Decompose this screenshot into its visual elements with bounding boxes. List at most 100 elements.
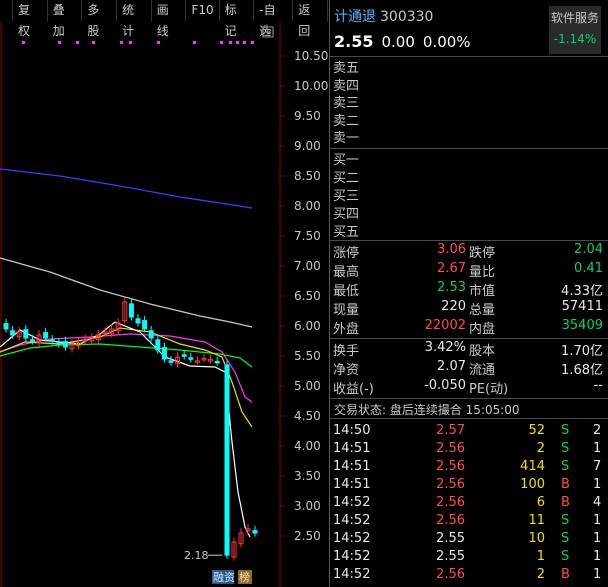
toolbar-button-4[interactable]: 画线: [152, 0, 187, 38]
stat-value: 2.67: [437, 261, 466, 276]
tick-row: 14:51 2.56 2 S 1: [330, 440, 608, 458]
stat-value: 3.42%: [424, 340, 466, 355]
stat-label: 内盘: [469, 322, 496, 337]
event-marker: [193, 41, 196, 44]
stat-label: 市值: [469, 284, 496, 299]
y-tick-label: 8.00: [294, 199, 321, 213]
toolbar-button-8[interactable]: 返回: [293, 0, 328, 38]
kline-chart[interactable]: 10.50 10.00 9.50 9.00 8.50 8.00 7.50 7.00 6.50 6.…: [0, 22, 328, 587]
stat-label: 换手: [333, 344, 360, 359]
event-marker: [220, 41, 223, 44]
candle-body: [252, 530, 258, 534]
tick-count: 4: [593, 495, 602, 510]
tick-volume: 11: [528, 513, 545, 528]
bid-level-label: 买三: [333, 189, 360, 204]
tick-side: S: [561, 441, 570, 456]
stat-value: 220: [441, 299, 466, 314]
price-line: 2.55 0.00 0.00%: [334, 32, 479, 51]
candle-body: [135, 318, 141, 324]
tick-side: S: [561, 459, 570, 474]
candle-body: [188, 357, 194, 360]
y-tick-label: 4.00: [294, 439, 321, 453]
candle-body: [49, 339, 55, 342]
tick-time: 14:52: [333, 567, 371, 582]
stat-label: 总量: [469, 303, 496, 318]
tick-price: 2.56: [436, 567, 465, 582]
trade-status: 交易状态: 盘后连续撮合 15:05:00: [334, 403, 520, 417]
tick-time: 14:52: [333, 531, 371, 546]
tick-volume: 414: [520, 459, 545, 474]
y-tick-label: 5.50: [294, 349, 321, 363]
stat-label: 跌停: [469, 246, 496, 261]
event-marker: [120, 41, 123, 44]
candle-body: [23, 329, 29, 339]
y-tick-label: 2.50: [294, 529, 321, 543]
tick-time: 14:51: [333, 441, 371, 456]
toolbar-button-7[interactable]: -自选: [254, 0, 294, 38]
tick-volume: 1: [536, 549, 545, 564]
bid-level-label: 买四: [333, 207, 360, 222]
tick-row: 14:51 2.56 414 S 7: [330, 458, 608, 476]
tick-price: 2.56: [436, 513, 465, 528]
sector-change: -1.14%: [553, 32, 597, 46]
stat-value: 4.33亿: [561, 284, 603, 299]
event-badge-label[interactable]: 榜: [239, 570, 250, 584]
tick-count: 7: [593, 459, 602, 474]
divider: [330, 240, 608, 241]
event-marker: [236, 41, 239, 44]
candle-body: [142, 320, 148, 330]
tick-side: S: [561, 423, 570, 438]
ma60-line: [0, 257, 253, 328]
tick-side: B: [561, 477, 570, 492]
sector-label: 软件服务: [550, 11, 599, 25]
stat-label: 最高: [333, 265, 360, 280]
ma20-line: [0, 333, 253, 403]
price-change: 0.00: [381, 33, 415, 51]
stat-value: 2.04: [574, 242, 603, 257]
toolbar-button-6[interactable]: 标记: [220, 0, 255, 38]
quote-panel: 计通退 300330 软件服务 -1.14% 2.55 0.00 0.00% 卖五 卖四…: [329, 0, 608, 587]
candle-body: [181, 354, 187, 357]
y-tick-label: 7.50: [294, 229, 321, 243]
tick-volume: 10: [528, 531, 545, 546]
tick-price: 2.56: [436, 477, 465, 492]
event-marker: [157, 41, 160, 44]
stat-value: 35409: [561, 318, 603, 333]
y-tick-label: 9.50: [294, 109, 321, 123]
tick-count: 1: [593, 477, 602, 492]
kline-svg[interactable]: 10.50 10.00 9.50 9.00 8.50 8.00 7.50 7.00 6.50 6.…: [0, 22, 328, 587]
candle-body: [29, 339, 35, 342]
toolbar-button-0[interactable]: 复权: [12, 0, 48, 38]
candle-body: [161, 347, 167, 360]
tick-row: 14:52 2.55 10 S 1: [330, 530, 608, 548]
tick-row: 14:52 2.56 6 B 4: [330, 494, 608, 512]
tick-side: S: [561, 531, 570, 546]
chevron-down-icon: [264, 29, 272, 35]
stat-value: 22002: [424, 318, 466, 333]
toolbar-button-1[interactable]: 叠加: [48, 0, 83, 38]
tick-volume: 52: [528, 423, 545, 438]
y-tick-label: 9.00: [294, 139, 321, 153]
sector-box[interactable]: 软件服务 -1.14%: [549, 6, 601, 54]
candle-body: [3, 323, 9, 330]
y-tick-label: 5.00: [294, 379, 321, 393]
tick-time: 14:51: [333, 459, 371, 474]
y-tick-label: 6.00: [294, 319, 321, 333]
tick-time: 14:52: [333, 495, 371, 510]
candle-body: [43, 332, 49, 339]
event-marker: [129, 41, 132, 44]
tick-row: 14:52 2.56 2 B 1: [330, 566, 608, 584]
event-marker: [92, 41, 95, 44]
toolbar-button-2[interactable]: 多股: [82, 0, 118, 38]
stat-value: --: [593, 378, 603, 393]
y-tick-label: 7.00: [294, 259, 321, 273]
tick-count: 1: [593, 549, 602, 564]
toolbar-button-5[interactable]: F10: [186, 0, 220, 21]
tick-price: 2.56: [436, 441, 465, 456]
tick-count: 1: [593, 513, 602, 528]
toolbar-button-3[interactable]: 统计: [117, 0, 152, 38]
chart-menu-icon[interactable]: [262, 26, 274, 38]
event-badge-label[interactable]: 融资: [213, 571, 235, 584]
last-price: 2.55: [334, 32, 374, 51]
event-marker: [76, 41, 79, 44]
